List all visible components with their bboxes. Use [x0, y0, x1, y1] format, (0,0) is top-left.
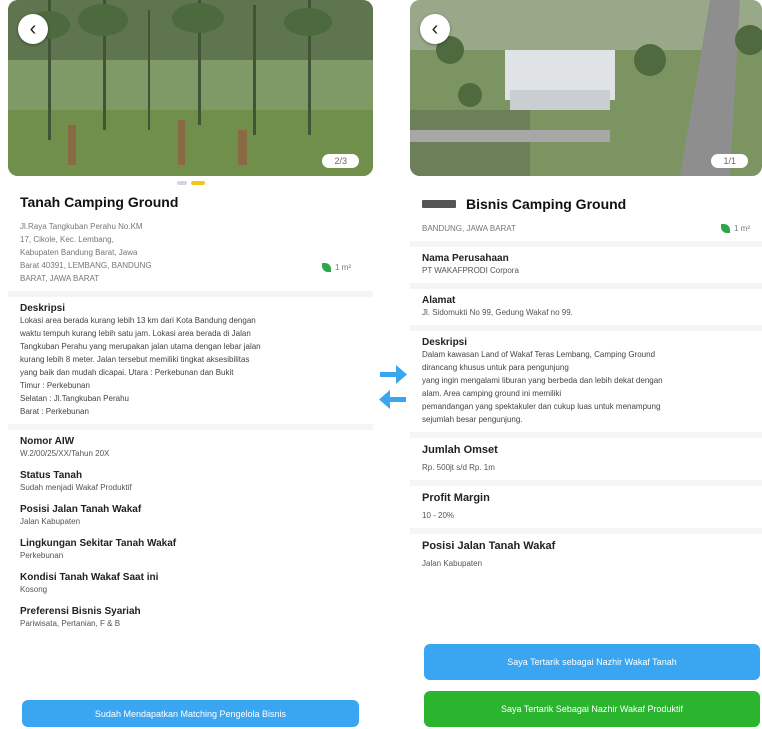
deskripsi-label: Deskripsi: [20, 303, 66, 314]
deskripsi-text: Lokasi area berada kurang lebih 13 km da…: [20, 314, 361, 418]
field-label: Status Tanah: [20, 470, 83, 481]
perusahaan-value: PT WAKAFPRODI Corpora: [422, 266, 519, 275]
leaf-area-icon: [322, 263, 331, 272]
field-label: Posisi Jalan Tanah Wakaf: [20, 504, 142, 515]
divider: [8, 291, 373, 297]
area-size: 1 m²: [322, 250, 351, 285]
field-label: Preferensi Bisnis Syariah: [20, 606, 141, 617]
desc-line: alam. Area camping ground ini memiliki: [422, 389, 562, 398]
divider: [410, 528, 762, 534]
back-button[interactable]: ‹: [420, 14, 450, 44]
profit-label: Profit Margin: [422, 492, 490, 504]
field-nomor-aiw: Nomor AIW W.2/00/25/XX/Tahun 20X: [20, 436, 361, 460]
plantation-image: [8, 0, 373, 176]
alamat-value: Jl. Sidomukti No 99, Gedung Wakaf no 99.: [422, 308, 573, 317]
aerial-image: [410, 0, 762, 176]
deskripsi-label: Deskripsi: [422, 337, 468, 348]
photo-counter: 1/1: [711, 154, 748, 168]
address-line: Barat 40391, LEMBANG, BANDUNG: [20, 261, 152, 270]
field-kondisi: Kondisi Tanah Wakaf Saat ini Kosong: [20, 572, 361, 596]
alamat-label: Alamat: [422, 295, 456, 306]
desc-line: Barat : Perkebunan: [20, 407, 89, 416]
arrow-right-icon: [380, 365, 407, 384]
divider: [410, 432, 762, 438]
field-value: Perkebunan: [20, 551, 64, 560]
back-button[interactable]: ‹: [18, 14, 48, 44]
back-arrow-icon: ‹: [431, 18, 439, 40]
leaf-area-icon: [721, 224, 730, 233]
field-label: Lingkungan Sekitar Tanah Wakaf: [20, 538, 177, 549]
arrow-left-icon: [379, 390, 406, 409]
field-value: Kosong: [20, 585, 48, 594]
desc-line: sejumlah besar pengunjung.: [422, 415, 523, 424]
address: Jl.Raya Tangkuban Perahu No.KM 17, Cikol…: [20, 220, 152, 285]
field-value: Sudah menjadi Wakaf Produktif: [20, 483, 132, 492]
posisi-label: Posisi Jalan Tanah Wakaf: [422, 540, 556, 552]
field-value: Jalan Kabupaten: [20, 517, 81, 526]
left-screen: ‹ 2/3 Tanah Camping Ground Jl.Raya Tangk…: [8, 0, 373, 729]
location: BANDUNG, JAWA BARAT: [422, 224, 516, 233]
deskripsi-text: Dalam kawasan Land of Wakaf Teras Lemban…: [422, 348, 750, 426]
field-value: W.2/00/25/XX/Tahun 20X: [20, 449, 110, 458]
field-status-tanah: Status Tanah Sudah menjadi Wakaf Produkt…: [20, 470, 361, 494]
desc-line: waktu tempuh kurang lebih satu jam. Loka…: [20, 329, 251, 338]
address-line: BARAT, JAWA BARAT: [20, 274, 100, 283]
perusahaan-label: Nama Perusahaan: [422, 253, 509, 264]
address-line: Kabupaten Bandung Barat, Jawa: [20, 248, 138, 257]
field-label: Nomor AIW: [20, 436, 75, 447]
omset-value: Rp. 500jt s/d Rp. 1m: [422, 463, 495, 472]
desc-line: Lokasi area berada kurang lebih 13 km da…: [20, 316, 256, 325]
field-preferensi: Preferensi Bisnis Syariah Pariwisata, Pe…: [20, 606, 361, 630]
field-value: Pariwisata, Pertanian, F & B: [20, 619, 121, 628]
address-line: Jl.Raya Tangkuban Perahu No.KM: [20, 222, 143, 231]
back-arrow-icon: ‹: [29, 18, 37, 40]
nazhir-wakaf-produktif-button[interactable]: Saya Tertarik Sebagai Nazhir Wakaf Produ…: [424, 691, 760, 727]
area-value: 1 m²: [734, 224, 750, 233]
carousel-dots: [8, 176, 373, 190]
desc-line: Timur : Perkebunan: [20, 381, 90, 390]
page-title: Bisnis Camping Ground: [466, 196, 627, 212]
desc-line: Dalam kawasan Land of Wakaf Teras Lemban…: [422, 350, 656, 359]
photo-counter: 2/3: [322, 154, 359, 168]
divider: [410, 480, 762, 486]
desc-line: kurang lebih 8 meter. Jalan tersebut mem…: [20, 355, 250, 364]
desc-line: Tangkuban Perahu yang merupakan jalan ut…: [20, 342, 261, 351]
land-photo[interactable]: ‹ 2/3: [8, 0, 373, 176]
desc-line: pemandangan yang spektakuler dan cukup l…: [422, 402, 661, 411]
page-title: Tanah Camping Ground: [20, 194, 179, 210]
company-logo-icon: [422, 200, 456, 208]
desc-line: dirancang khusus untuk para pengunjung: [422, 363, 569, 372]
carousel-dot-active[interactable]: [190, 181, 205, 185]
area-size: 1 m²: [721, 222, 750, 235]
divider: [410, 241, 762, 247]
posisi-value: Jalan Kabupaten: [422, 559, 483, 568]
divider: [8, 424, 373, 430]
desc-line: yang ingin mengalami liburan yang berbed…: [422, 376, 663, 385]
desc-line: Selatan : Jl.Tangkuban Perahu: [20, 394, 129, 403]
omset-label: Jumlah Omset: [422, 444, 498, 456]
business-photo[interactable]: ‹ 1/1: [410, 0, 762, 176]
right-screen: ‹ 1/1 Bisnis Camping Ground BANDUNG, JAW…: [410, 0, 762, 729]
profit-value: 10 - 20%: [422, 511, 455, 520]
field-posisi-jalan: Posisi Jalan Tanah Wakaf Jalan Kabupaten: [20, 504, 361, 528]
nazhir-wakaf-tanah-button[interactable]: Saya Tertarik sebagai Nazhir Wakaf Tanah: [424, 644, 760, 680]
area-value: 1 m²: [335, 263, 351, 272]
swap-arrows: [379, 365, 407, 409]
divider: [410, 283, 762, 289]
field-label: Kondisi Tanah Wakaf Saat ini: [20, 572, 159, 583]
matching-status-button[interactable]: Sudah Mendapatkan Matching Pengelola Bis…: [22, 700, 359, 727]
divider: [410, 325, 762, 331]
field-lingkungan: Lingkungan Sekitar Tanah Wakaf Perkebuna…: [20, 538, 361, 562]
carousel-dot[interactable]: [176, 181, 187, 185]
desc-line: yang baik dan mudah dicapai. Utara : Per…: [20, 368, 234, 377]
address-line: 17, Cikole, Kec. Lembang,: [20, 235, 114, 244]
